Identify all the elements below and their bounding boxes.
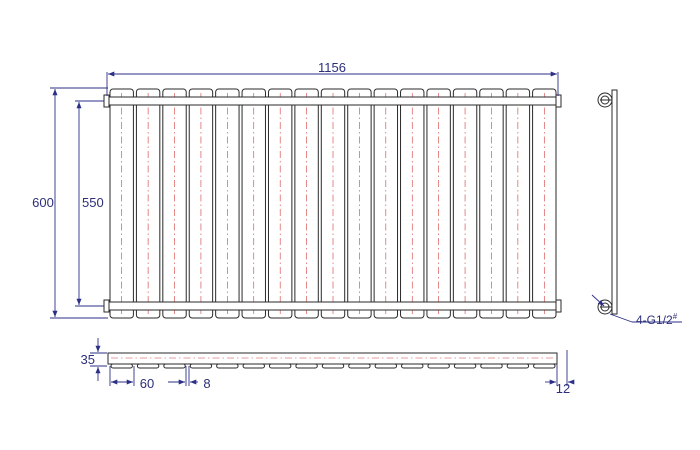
top-view-tube <box>163 363 186 369</box>
top-view-tube <box>480 363 503 369</box>
side-panel <box>611 89 618 315</box>
top-view-tube <box>216 363 239 369</box>
side-view <box>597 89 618 315</box>
front-view <box>103 88 562 319</box>
side-offset-label: 12 <box>556 381 570 396</box>
top-tubes <box>110 363 556 369</box>
top-view-tube <box>401 363 424 369</box>
top-view-tube <box>268 363 292 369</box>
connection-top-right <box>555 94 562 108</box>
top-header <box>105 96 560 106</box>
top-view-tube <box>136 363 160 369</box>
top-view-tube <box>374 363 398 369</box>
top-view-tube <box>427 363 450 369</box>
top-view-body <box>107 352 558 365</box>
dimension-pipe-centers: 550 <box>75 100 104 307</box>
drawing-svg: 1156 600 550 4-G1/2# 35 60 8 12 <box>32 60 682 396</box>
bottom-header <box>105 301 560 311</box>
connection-bottom-left <box>103 299 110 313</box>
top-view <box>107 352 558 369</box>
column-width-label: 60 <box>140 376 154 391</box>
top-view-tube <box>453 363 477 369</box>
depth-label: 35 <box>81 352 95 367</box>
overall-height-label: 600 <box>32 195 54 210</box>
dimension-depth: 35 <box>81 338 107 381</box>
dimension-column-width: 60 <box>109 366 154 391</box>
overall-width-label: 1156 <box>318 60 346 75</box>
connection-label: 4-G1/2# <box>636 312 678 327</box>
top-view-tube <box>242 363 265 369</box>
top-view-tube <box>110 363 133 369</box>
connection-top-left <box>103 94 110 108</box>
top-view-tube <box>189 363 213 369</box>
technical-drawing: 1156 600 550 4-G1/2# 35 60 8 12 <box>0 0 700 445</box>
pipe-centers-label: 550 <box>82 195 104 210</box>
top-view-tube <box>321 363 345 369</box>
top-view-tube <box>348 363 371 369</box>
connection-bottom-right <box>555 299 562 313</box>
dimension-column-gap: 8 <box>168 366 211 391</box>
column-gap-label: 8 <box>203 376 210 391</box>
top-view-tube <box>533 363 556 369</box>
front-columns <box>109 88 557 319</box>
top-view-tube <box>506 363 530 369</box>
top-view-tube <box>295 363 318 369</box>
